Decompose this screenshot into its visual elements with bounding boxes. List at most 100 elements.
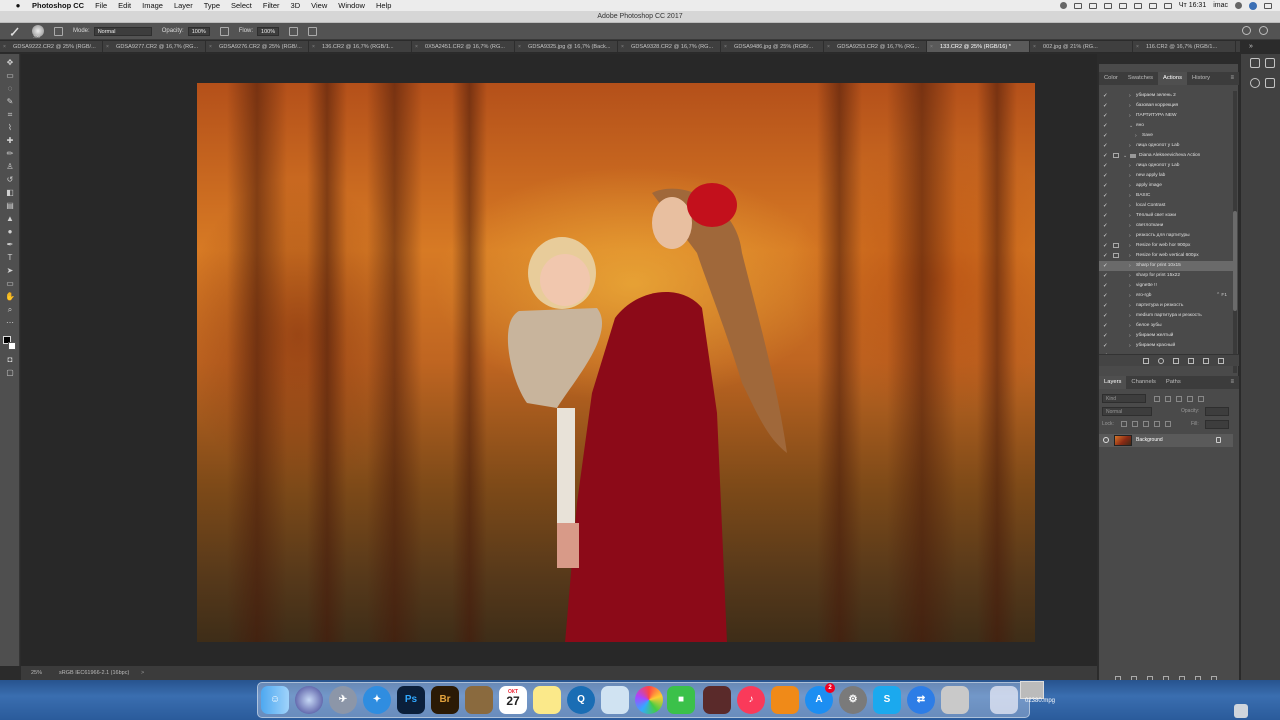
close-tab-icon[interactable]: × [415,41,418,52]
toggle-checkmark-icon[interactable]: ✓ [1103,301,1108,311]
opacity-pressure-icon[interactable] [219,26,229,36]
clone-stamp-tool-icon[interactable]: ♙ [5,162,15,172]
corner-app-icon[interactable] [1234,704,1248,718]
menu-window[interactable]: Window [338,1,365,10]
toggle-checkmark-icon[interactable]: ✓ [1103,241,1108,251]
close-tab-icon[interactable]: × [1136,41,1139,52]
action-row[interactable]: ✓ › apply image [1099,181,1233,191]
quicktime-icon[interactable]: Q [567,686,595,714]
close-tab-icon[interactable]: × [621,41,624,52]
size-pressure-icon[interactable] [308,26,318,36]
layer-name[interactable]: Background [1136,434,1163,447]
disclosure-triangle-icon[interactable]: › [1129,341,1131,351]
dialog-toggle-icon[interactable] [1113,253,1119,258]
action-row[interactable]: ✓ › Resize for web hor 900px [1099,241,1233,251]
lock-transparent-icon[interactable] [1121,421,1127,427]
doc-tab[interactable]: × GDSA9328.CR2 @ 16,7% (RG... [618,41,721,52]
status-menu-arrow[interactable]: > [141,666,144,680]
photoshop-icon[interactable]: Ps [397,686,425,714]
safari-icon[interactable]: ✦ [363,686,391,714]
action-row[interactable]: ✓ ⌄ яно [1099,121,1233,131]
toggle-checkmark-icon[interactable]: ✓ [1103,191,1108,201]
tab-layers[interactable]: Layers [1099,376,1127,389]
zoom-level[interactable]: 25% [31,666,42,680]
brush-tool-icon[interactable] [10,26,20,36]
disclosure-triangle-icon[interactable]: › [1129,241,1131,251]
action-row[interactable]: ✓ › ПАРТИТУРА NEW [1099,111,1233,121]
disclosure-triangle-icon[interactable]: › [1129,211,1131,221]
close-tab-icon[interactable]: × [3,41,6,52]
toggle-checkmark-icon[interactable]: ✓ [1103,341,1108,351]
tab-paths[interactable]: Paths [1161,376,1186,389]
search-icon[interactable] [1242,26,1251,35]
toggle-checkmark-icon[interactable]: ✓ [1103,171,1108,181]
toggle-checkmark-icon[interactable]: ✓ [1103,111,1108,121]
itunes-icon[interactable]: ♪ [737,686,765,714]
desktop-file-name[interactable]: 02380.mpg [1010,698,1070,704]
close-tab-icon[interactable]: × [1033,41,1036,52]
action-row[interactable]: ✓ › белое зубы [1099,321,1233,331]
dodge-tool-icon[interactable]: ● [5,227,15,237]
status-volume-icon[interactable] [1148,2,1157,9]
action-row[interactable]: ✓ › new apply lab [1099,171,1233,181]
system-preferences-icon[interactable]: ⚙ [839,686,867,714]
disclosure-triangle-icon[interactable]: › [1129,321,1131,331]
notification-center-icon[interactable] [1264,2,1272,9]
menu-layer[interactable]: Layer [174,1,193,10]
disclosure-triangle-icon[interactable]: › [1129,331,1131,341]
action-row[interactable]: ✓ › базовая коррекция [1099,101,1233,111]
toggle-checkmark-icon[interactable]: ✓ [1103,231,1108,241]
toggle-checkmark-icon[interactable]: ✓ [1103,321,1108,331]
doc-tab[interactable]: × GDSA9253.CR2 @ 16,7% (RG... [824,41,927,52]
new-action-icon[interactable] [1203,358,1209,364]
move-tool-icon[interactable]: ✥ [5,58,15,68]
disclosure-triangle-icon[interactable]: › [1129,101,1131,111]
tab-actions[interactable]: Actions [1158,72,1188,85]
panel-menu-icon[interactable]: ≡ [1230,376,1234,389]
filter-smart-icon[interactable] [1198,396,1204,402]
opacity-field[interactable]: 100% [187,26,210,36]
play-icon[interactable] [1173,358,1179,364]
spotlight-icon[interactable] [1235,2,1242,9]
disclosure-triangle-icon[interactable]: › [1129,251,1131,261]
crop-tool-icon[interactable]: ⌗ [5,110,15,120]
toggle-checkmark-icon[interactable]: ✓ [1103,91,1108,101]
action-row[interactable]: ✓ › убираем красный [1099,341,1233,351]
toggle-checkmark-icon[interactable]: ✓ [1103,291,1108,301]
workspace-icon[interactable] [1259,26,1268,35]
type-tool-icon[interactable]: T [5,253,15,263]
close-tab-icon[interactable]: × [209,41,212,52]
delete-icon[interactable] [1218,358,1224,364]
menu-app-name[interactable]: Photoshop CC [32,1,84,10]
photos-icon[interactable] [635,686,663,714]
close-tab-icon[interactable]: × [312,41,315,52]
disclosure-triangle-icon[interactable]: › [1129,231,1131,241]
toggle-checkmark-icon[interactable]: ✓ [1103,281,1108,291]
app-store-icon[interactable]: A 2 [805,683,835,714]
status-screen-icon[interactable] [1073,2,1082,9]
action-row[interactable]: ✓ › партитура и резкость [1099,301,1233,311]
menu-select[interactable]: Select [231,1,252,10]
siri-dock-icon[interactable] [295,686,323,714]
action-row[interactable]: ✓ › Sharp for print 10x15 [1099,261,1233,271]
toggle-checkmark-icon[interactable]: ✓ [1103,311,1108,321]
close-tab-icon[interactable]: × [827,41,830,52]
tabs-overflow-icon[interactable]: » [1244,42,1258,52]
blur-tool-icon[interactable]: ▲ [5,214,15,224]
contacts-icon[interactable] [465,686,493,714]
disclosure-triangle-icon[interactable]: › [1129,261,1131,271]
marquee-tool-icon[interactable]: ▭ [5,71,15,81]
dialog-toggle-icon[interactable] [1113,153,1119,158]
menu-edit[interactable]: Edit [118,1,131,10]
toggle-checkmark-icon[interactable]: ✓ [1103,121,1108,131]
doc-tab[interactable]: × GDSA9276.CR2 @ 25% (RGB/... [206,41,309,52]
disclosure-triangle-icon[interactable]: › [1129,201,1131,211]
screen-mode-icon[interactable]: ▢ [5,368,15,378]
notes-icon[interactable] [533,686,561,714]
blend-mode-dropdown[interactable]: Normal [1102,407,1152,416]
disclosure-triangle-icon[interactable]: › [1129,191,1131,201]
calendar-icon[interactable]: ОКТ 27 [499,686,527,714]
quick-select-tool-icon[interactable]: ✎ [5,97,15,107]
doc-tab[interactable]: × 0X5A2451.CR2 @ 16,7% (RG... [412,41,515,52]
gradient-tool-icon[interactable]: ▤ [5,201,15,211]
